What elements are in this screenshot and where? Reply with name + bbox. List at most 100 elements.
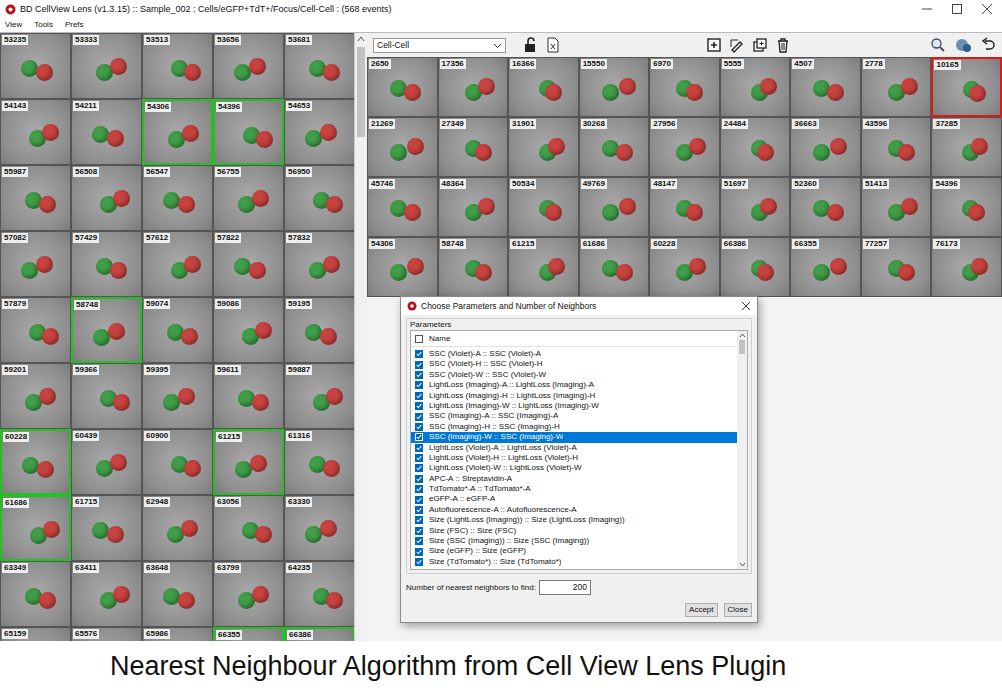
neighbor-tile[interactable]: 61215 (508, 237, 579, 297)
parameter-row[interactable]: Size (FSC) :: Size (FSC) (411, 526, 737, 536)
event-tile[interactable]: 61686 (0, 495, 71, 561)
neighbors-input[interactable]: 200 (539, 580, 591, 595)
event-tile[interactable]: 64235 (284, 561, 354, 627)
event-tile[interactable]: 65576 (71, 627, 142, 641)
add-gate-icon[interactable] (706, 37, 722, 53)
neighbor-tile[interactable]: 2650 (367, 57, 438, 117)
parameter-row[interactable]: Size (LightLoss (Imaging)) :: Size (Ligh… (411, 515, 737, 525)
neighbor-tile[interactable]: 48364 (438, 177, 509, 237)
neighbor-tile[interactable]: 2778 (861, 57, 932, 117)
neighbor-tile[interactable]: 51697 (720, 177, 791, 237)
trash-icon[interactable] (775, 37, 791, 53)
neighbor-tile[interactable]: 30268 (579, 117, 650, 177)
menu-item[interactable]: Tools (34, 18, 53, 32)
parameter-row[interactable]: SSC (Violet)-A :: SSC (Violet)-A (411, 349, 737, 359)
parameter-row[interactable]: SSC (Imaging)-A :: SSC (Imaging)-A (411, 411, 737, 421)
event-tile[interactable]: 61316 (284, 429, 354, 495)
scroll-thumb[interactable] (357, 47, 365, 137)
parameter-checkbox[interactable] (415, 506, 423, 514)
list-scrollbar[interactable] (737, 331, 747, 569)
event-tile[interactable]: 61215 (213, 429, 284, 495)
event-tile[interactable]: 59887 (284, 363, 354, 429)
event-tile[interactable]: 59201 (0, 363, 71, 429)
parameter-checkbox[interactable] (415, 527, 423, 535)
neighbor-tile[interactable]: 37285 (931, 117, 1002, 177)
parameter-checkbox[interactable] (415, 444, 423, 452)
event-tile[interactable]: 56547 (142, 165, 213, 231)
parameter-checkbox[interactable] (415, 475, 423, 483)
parameter-row[interactable]: Size (SSC (Imaging)) :: Size (SSC (Imagi… (411, 536, 737, 546)
parameter-checkbox[interactable] (415, 381, 423, 389)
parameter-checkbox[interactable] (415, 413, 423, 421)
event-tile[interactable]: 54306 (142, 99, 213, 165)
neighbor-tile[interactable]: 52360 (790, 177, 861, 237)
parameter-checkbox[interactable] (415, 371, 423, 379)
neighbor-tile[interactable]: 77257 (861, 237, 932, 297)
event-tile[interactable]: 62948 (142, 495, 213, 561)
neighbor-tile[interactable]: 36663 (790, 117, 861, 177)
event-tile[interactable]: 59366 (71, 363, 142, 429)
neighbor-tile[interactable]: 66386 (720, 237, 791, 297)
parameter-row[interactable]: Autofluorescence-A :: Autofluorescence-A (411, 505, 737, 515)
close-icon[interactable] (972, 0, 1002, 18)
neighbor-tile[interactable]: 51413 (861, 177, 932, 237)
event-tile[interactable]: 54653 (284, 99, 354, 165)
gate-dropdown[interactable]: Cell-Cell (373, 38, 506, 53)
event-tile[interactable]: 65159 (0, 627, 71, 641)
event-tile[interactable]: 63411 (71, 561, 142, 627)
neighbor-tile[interactable]: 17356 (438, 57, 509, 117)
edit-icon[interactable] (729, 37, 745, 53)
neighbor-tile[interactable]: 61686 (579, 237, 650, 297)
event-tile[interactable]: 54396 (213, 99, 284, 165)
maximize-icon[interactable] (942, 0, 972, 18)
neighbor-tile[interactable]: 27956 (649, 117, 720, 177)
neighbor-tile[interactable]: 76173 (931, 237, 1002, 297)
menu-item[interactable]: View (5, 18, 22, 32)
unlock-icon[interactable] (522, 37, 538, 53)
parameter-checkbox[interactable] (415, 433, 423, 441)
parameter-checkbox[interactable] (415, 392, 423, 400)
neighbor-tile[interactable]: 10165 (931, 57, 1002, 117)
event-tile[interactable]: 57612 (142, 231, 213, 297)
left-scrollbar[interactable] (354, 33, 367, 641)
dialog-close-icon[interactable] (741, 301, 751, 311)
neighbor-tile[interactable]: 48147 (649, 177, 720, 237)
neighbor-tile[interactable]: 5555 (720, 57, 791, 117)
zoom-icon[interactable] (930, 37, 946, 53)
neighbor-tile[interactable]: 60228 (649, 237, 720, 297)
event-tile[interactable]: 59195 (284, 297, 354, 363)
event-tile[interactable]: 59086 (213, 297, 284, 363)
neighbor-tile[interactable]: 66355 (790, 237, 861, 297)
neighbor-tile[interactable]: 6970 (649, 57, 720, 117)
select-all-checkbox[interactable] (415, 335, 423, 343)
minimize-icon[interactable] (912, 0, 942, 18)
parameter-row[interactable]: LightLoss (Violet)-A :: LightLoss (Viole… (411, 443, 737, 453)
event-tile[interactable]: 53513 (142, 33, 213, 99)
parameter-checkbox[interactable] (415, 516, 423, 524)
parameter-checkbox[interactable] (415, 402, 423, 410)
event-tile[interactable]: 56755 (213, 165, 284, 231)
neighbor-tile[interactable]: 54306 (367, 237, 438, 297)
event-tile[interactable]: 54211 (71, 99, 142, 165)
event-tile[interactable]: 56950 (284, 165, 354, 231)
neighbor-tile[interactable]: 4507 (790, 57, 861, 117)
parameter-row[interactable]: eGFP-A :: eGFP-A (411, 494, 737, 504)
neighbor-tile[interactable]: 58748 (438, 237, 509, 297)
event-tile[interactable]: 58748 (71, 297, 142, 363)
event-tile[interactable]: 60439 (71, 429, 142, 495)
parameter-row[interactable]: LightLoss (Imaging)-A :: LightLoss (Imag… (411, 380, 737, 390)
event-tile[interactable]: 63349 (0, 561, 71, 627)
cluster-icon[interactable] (954, 37, 972, 53)
neighbor-tile[interactable]: 45746 (367, 177, 438, 237)
event-tile[interactable]: 65986 (142, 627, 213, 641)
undo-icon[interactable] (980, 37, 996, 53)
event-tile[interactable]: 59074 (142, 297, 213, 363)
neighbor-tile[interactable]: 54396 (931, 177, 1002, 237)
parameter-row[interactable]: SSC (Violet)-H :: SSC (Violet)-H (411, 359, 737, 369)
neighbor-tile[interactable]: 49769 (579, 177, 650, 237)
parameter-row[interactable]: TdTomato*-A :: TdTomato*-A (411, 484, 737, 494)
dialog-button[interactable]: Accept (685, 603, 717, 617)
parameter-row[interactable]: LightLoss (Violet)-H :: LightLoss (Viole… (411, 453, 737, 463)
event-tile[interactable]: 56508 (71, 165, 142, 231)
parameter-checkbox[interactable] (415, 454, 423, 462)
